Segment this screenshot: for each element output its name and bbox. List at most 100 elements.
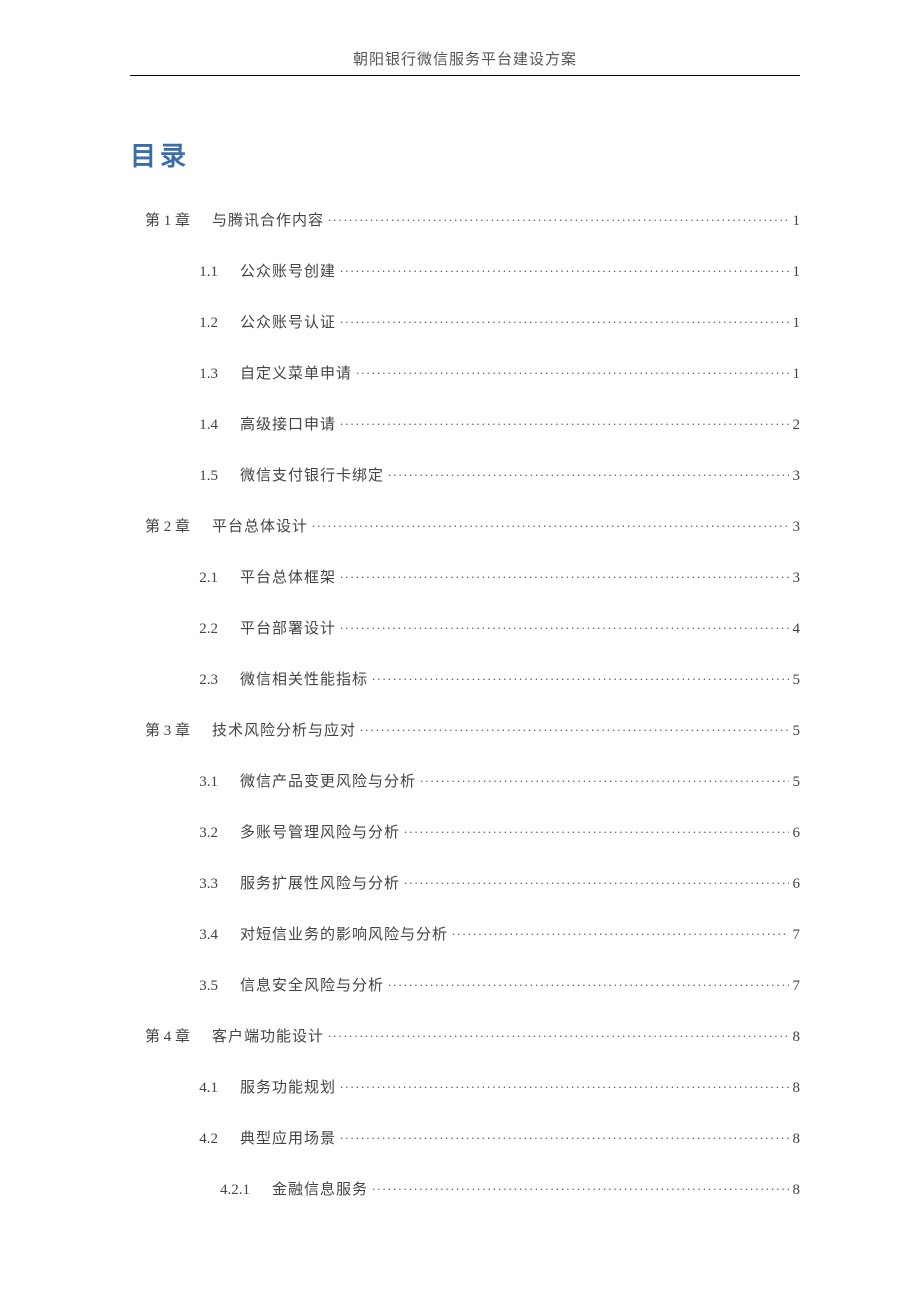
toc-entry-page: 6 <box>793 876 801 893</box>
toc-entry-title: 微信支付银行卡绑定 <box>240 464 384 485</box>
toc-entry-number: 4.1 <box>130 1080 240 1097</box>
toc-entry-title: 与腾讯合作内容 <box>212 209 324 230</box>
toc-entry-page: 8 <box>793 1182 801 1199</box>
toc-leader-dots <box>372 1179 788 1194</box>
toc-leader-dots <box>340 567 788 582</box>
toc-entry-page: 5 <box>793 672 801 689</box>
toc-entry: 3.5信息安全风险与分析 7 <box>130 974 800 995</box>
toc-entry: 第 3 章技术风险分析与应对 5 <box>130 719 800 740</box>
toc-entry-number: 第 3 章 <box>130 719 212 740</box>
toc-entry-title: 金融信息服务 <box>272 1178 368 1199</box>
toc-entry-title: 公众账号认证 <box>240 311 336 332</box>
toc-entry-number: 1.1 <box>130 264 240 281</box>
toc-entry-page: 5 <box>793 723 801 740</box>
toc-leader-dots <box>312 516 788 531</box>
toc-entry: 1.1公众账号创建 1 <box>130 260 800 281</box>
toc-entry-title: 微信产品变更风险与分析 <box>240 770 416 791</box>
toc-entry: 第 1 章与腾讯合作内容 1 <box>130 209 800 230</box>
toc-entry-title: 微信相关性能指标 <box>240 668 368 689</box>
toc-heading: 目录 <box>130 136 800 173</box>
toc-entry: 4.1服务功能规划 8 <box>130 1076 800 1097</box>
toc-leader-dots <box>404 873 788 888</box>
toc-leader-dots <box>340 312 788 327</box>
toc-entry: 3.1微信产品变更风险与分析 5 <box>130 770 800 791</box>
toc-entry-title: 自定义菜单申请 <box>240 362 352 383</box>
toc-entry: 2.2平台部署设计 4 <box>130 617 800 638</box>
toc-leader-dots <box>328 1026 788 1041</box>
toc-entry-number: 3.1 <box>130 774 240 791</box>
toc-entry-page: 3 <box>793 468 801 485</box>
toc-entry-title: 公众账号创建 <box>240 260 336 281</box>
toc-entry: 3.2多账号管理风险与分析 6 <box>130 821 800 842</box>
page-header-title: 朝阳银行微信服务平台建设方案 <box>130 48 800 76</box>
toc-entry-page: 1 <box>793 366 801 383</box>
toc-entry-title: 典型应用场景 <box>240 1127 336 1148</box>
toc-entry: 1.5微信支付银行卡绑定 3 <box>130 464 800 485</box>
toc-leader-dots <box>372 669 788 684</box>
toc-entry-number: 3.3 <box>130 876 240 893</box>
toc-leader-dots <box>340 1128 788 1143</box>
toc-entry: 第 4 章客户端功能设计 8 <box>130 1025 800 1046</box>
toc-entry-title: 服务扩展性风险与分析 <box>240 872 400 893</box>
toc-entry-page: 8 <box>793 1131 801 1148</box>
toc-entry-number: 第 2 章 <box>130 515 212 536</box>
toc-entry-title: 对短信业务的影响风险与分析 <box>240 923 448 944</box>
toc-entry-page: 5 <box>793 774 801 791</box>
toc-entry-number: 4.2 <box>130 1131 240 1148</box>
toc-entry-title: 多账号管理风险与分析 <box>240 821 400 842</box>
toc-entry: 2.3微信相关性能指标 5 <box>130 668 800 689</box>
toc-entry-page: 8 <box>793 1080 801 1097</box>
toc-entry-number: 1.4 <box>130 417 240 434</box>
toc-entry-number: 3.2 <box>130 825 240 842</box>
toc-entry-number: 1.3 <box>130 366 240 383</box>
toc-entry-number: 3.5 <box>130 978 240 995</box>
toc-entry: 1.2公众账号认证 1 <box>130 311 800 332</box>
toc-entry: 3.3服务扩展性风险与分析 6 <box>130 872 800 893</box>
toc-entry-number: 第 1 章 <box>130 209 212 230</box>
toc-leader-dots <box>356 363 788 378</box>
toc-entry-title: 信息安全风险与分析 <box>240 974 384 995</box>
toc-entry-page: 1 <box>793 213 801 230</box>
toc-entry-number: 1.5 <box>130 468 240 485</box>
toc-entry: 3.4对短信业务的影响风险与分析 7 <box>130 923 800 944</box>
toc-entry-number: 2.3 <box>130 672 240 689</box>
toc-entry: 1.4高级接口申请 2 <box>130 413 800 434</box>
toc-leader-dots <box>340 414 788 429</box>
toc-entry-title: 平台总体设计 <box>212 515 308 536</box>
toc-entry-page: 1 <box>793 315 801 332</box>
toc-entry-page: 8 <box>793 1029 801 1046</box>
toc-entry: 4.2.1金融信息服务 8 <box>130 1178 800 1199</box>
toc-entry-number: 1.2 <box>130 315 240 332</box>
toc-entry-page: 3 <box>793 570 801 587</box>
toc-leader-dots <box>328 210 788 225</box>
toc-entry-page: 3 <box>793 519 801 536</box>
toc-entry-number: 2.2 <box>130 621 240 638</box>
toc-entry-page: 7 <box>793 978 801 995</box>
toc-entry-number: 2.1 <box>130 570 240 587</box>
toc-entry-number: 第 4 章 <box>130 1025 212 1046</box>
toc-leader-dots <box>388 975 788 990</box>
toc-entry: 4.2典型应用场景 8 <box>130 1127 800 1148</box>
toc-entry-title: 平台部署设计 <box>240 617 336 638</box>
document-page: 朝阳银行微信服务平台建设方案 目录 第 1 章与腾讯合作内容11.1公众账号创建… <box>0 0 920 1289</box>
toc-entry-page: 7 <box>793 927 801 944</box>
table-of-contents: 第 1 章与腾讯合作内容11.1公众账号创建11.2公众账号认证11.3自定义菜… <box>130 209 800 1199</box>
toc-entry-page: 2 <box>793 417 801 434</box>
toc-entry-page: 1 <box>793 264 801 281</box>
toc-entry-title: 技术风险分析与应对 <box>212 719 356 740</box>
toc-leader-dots <box>360 720 788 735</box>
toc-entry-number: 3.4 <box>130 927 240 944</box>
toc-leader-dots <box>404 822 788 837</box>
toc-entry-number: 4.2.1 <box>130 1182 272 1199</box>
toc-entry: 1.3自定义菜单申请 1 <box>130 362 800 383</box>
toc-entry-title: 高级接口申请 <box>240 413 336 434</box>
toc-entry-page: 4 <box>793 621 801 638</box>
toc-leader-dots <box>340 1077 788 1092</box>
toc-entry-title: 客户端功能设计 <box>212 1025 324 1046</box>
toc-leader-dots <box>420 771 788 786</box>
toc-entry-title: 服务功能规划 <box>240 1076 336 1097</box>
toc-entry-page: 6 <box>793 825 801 842</box>
toc-entry: 2.1平台总体框架 3 <box>130 566 800 587</box>
toc-entry-title: 平台总体框架 <box>240 566 336 587</box>
toc-entry: 第 2 章平台总体设计 3 <box>130 515 800 536</box>
